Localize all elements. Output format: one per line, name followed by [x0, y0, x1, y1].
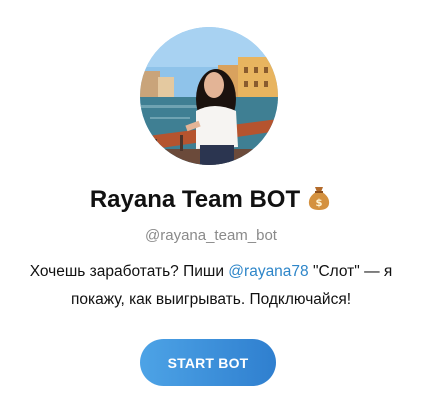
description-line-1: Хочешь заработать? Пиши @rayana78 "Слот"… — [0, 258, 422, 286]
bot-username: @rayana_team_bot — [145, 227, 277, 244]
description-line-2: покажу, как выигрывать. Подключайся! — [70, 291, 352, 308]
money-bag-icon: $ — [309, 187, 330, 210]
start-bot-button[interactable]: START BOT — [140, 339, 276, 386]
description-text: "Слот" — я — [308, 263, 393, 280]
avatar — [140, 27, 278, 165]
mention-link[interactable]: @rayana78 — [228, 263, 308, 280]
bot-description: Хочешь заработать? Пиши @rayana78 "Слот"… — [0, 258, 422, 314]
bot-profile-card: Rayana Team BOT $ @rayana_team_bot Хочеш… — [0, 0, 422, 407]
bot-title: Rayana Team BOT $ — [0, 183, 422, 214]
bot-name: Rayana Team BOT — [89, 186, 301, 213]
svg-text:$: $ — [316, 198, 323, 209]
description-text: Хочешь заработать? Пиши — [29, 263, 229, 280]
avatar-photo — [140, 27, 278, 165]
